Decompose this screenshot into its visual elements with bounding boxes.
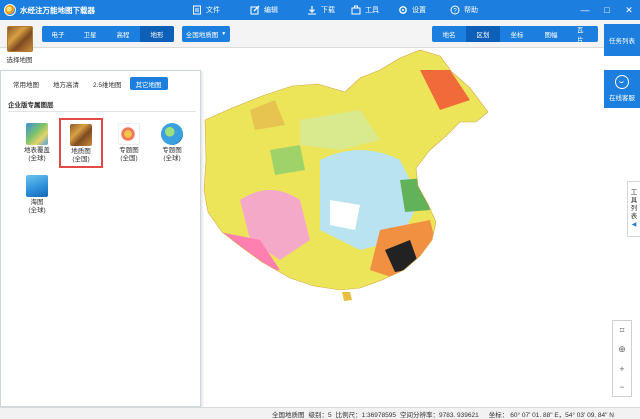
minimize-button[interactable]: —	[574, 0, 596, 20]
layer-geology[interactable]: 地质图 (全国)	[59, 118, 103, 168]
panel-tabs: 常用地图 地方高清 2.5维地图 其它地图	[7, 77, 170, 90]
tools-list-tab[interactable]: 工 具 列 表 ◀	[627, 181, 640, 237]
map-type-terrain[interactable]: 地形	[140, 26, 174, 42]
chevron-left-icon: ◀	[631, 222, 637, 228]
locate-icon[interactable]: ⊕	[618, 344, 626, 355]
tool-sheets[interactable]: 图幅	[534, 26, 568, 42]
thematic-globe-icon	[161, 123, 183, 145]
overlay-tools: 地名 区划 坐标 图幅 瓦片	[432, 26, 598, 42]
app-logo-icon	[4, 4, 16, 16]
status-level: 级别：5	[308, 411, 332, 419]
map-type-elevation[interactable]: 高程	[106, 26, 140, 42]
menu-help[interactable]: ? 帮助	[450, 0, 494, 20]
maximize-button[interactable]: □	[596, 0, 618, 20]
section-title: 企业版专属图层	[8, 102, 54, 109]
thematic-china-icon	[118, 123, 140, 145]
chevron-down-icon: ▼	[221, 31, 227, 37]
geology-icon	[70, 124, 92, 146]
land-cover-icon	[26, 123, 48, 145]
status-coord-label: 坐标：	[488, 411, 509, 419]
tab-2-5d[interactable]: 2.5维地图	[87, 77, 128, 90]
tab-local-hd[interactable]: 地方高清	[47, 77, 85, 90]
select-map-button[interactable]: 选择地图	[3, 26, 36, 68]
layer-land-cover[interactable]: 地表覆盖 (全球)	[15, 121, 59, 167]
menu-download[interactable]: 下载	[307, 0, 351, 20]
menu-edit[interactable]: 编辑	[250, 0, 294, 20]
layer-thematic-china[interactable]: 专题图 (全国)	[107, 121, 151, 167]
status-scale: 比例尺：1:36978595	[335, 411, 396, 419]
map-layer-dropdown[interactable]: 全国地质图 ▼	[182, 26, 230, 42]
menu-settings[interactable]: 设置	[398, 0, 442, 20]
layer-thematic-globe[interactable]: 专题图 (全球)	[150, 121, 194, 167]
task-list-button[interactable]: 任务列表	[604, 24, 640, 56]
window-controls: — □ ✕	[574, 0, 640, 20]
map-type-electronic[interactable]: 电子	[42, 26, 74, 42]
support-icon	[615, 75, 629, 89]
divider	[8, 111, 196, 112]
map-select-panel: 常用地图 地方高清 2.5维地图 其它地图 企业版专属图层 地表覆盖 (全球) …	[0, 70, 201, 407]
fullscreen-icon[interactable]: ⌗	[619, 325, 624, 336]
status-coord-value: 60° 07' 01. 88" E，54° 03' 09. 84" N	[510, 411, 614, 419]
tab-other-maps[interactable]: 其它地图	[129, 77, 168, 90]
menu-tools[interactable]: 工具	[351, 0, 395, 20]
sea-chart-icon	[26, 175, 48, 197]
tool-tiles[interactable]: 瓦片	[568, 26, 598, 42]
status-bar: 全国地质图 级别：5 比例尺：1:36978595 空间分辨率：9783. 93…	[0, 407, 640, 419]
menu-file[interactable]: 文件	[192, 0, 236, 20]
tool-divisions[interactable]: 区划	[466, 26, 500, 42]
map-thumbnail-icon	[6, 26, 33, 52]
download-icon	[308, 6, 316, 15]
online-support-button[interactable]: 在线客服	[604, 70, 640, 108]
tool-place-names[interactable]: 地名	[432, 26, 466, 42]
zoom-out-button[interactable]: −	[619, 382, 624, 392]
zoom-controls: ⌗ ⊕ + −	[612, 320, 632, 397]
close-button[interactable]: ✕	[618, 0, 640, 20]
status-resolution: 空间分辨率：9783. 939621	[399, 411, 479, 419]
layer-sea-chart[interactable]: 海图 (全球)	[15, 173, 59, 219]
help-icon: ?	[450, 5, 460, 15]
edit-icon	[250, 5, 260, 15]
zoom-in-button[interactable]: +	[619, 364, 624, 374]
menu-bar: 文件 编辑 下载 工具 设置 ? 帮助	[192, 0, 494, 20]
file-icon	[193, 5, 201, 15]
map-type-satellite[interactable]: 卫星	[74, 26, 106, 42]
app-title: 水经注万能地图下载器	[20, 5, 95, 15]
status-map-name: 全国地质图	[272, 411, 305, 419]
map-type-switch: 电子 卫星 高程 地形	[42, 26, 174, 42]
tab-common-maps[interactable]: 常用地图	[7, 77, 45, 90]
tools-icon	[351, 5, 361, 15]
tool-coordinates[interactable]: 坐标	[500, 26, 534, 42]
settings-icon	[399, 6, 407, 14]
